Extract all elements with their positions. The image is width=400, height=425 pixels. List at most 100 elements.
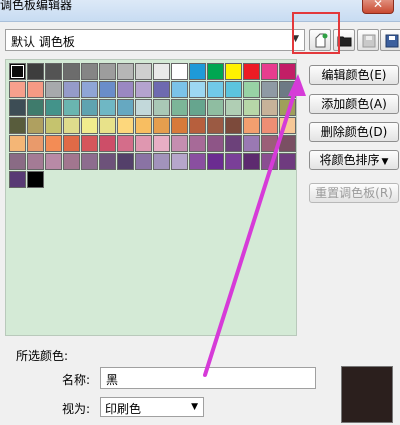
color-swatch[interactable] xyxy=(153,81,170,98)
color-swatch[interactable] xyxy=(27,117,44,134)
color-swatch[interactable] xyxy=(225,135,242,152)
color-swatch[interactable] xyxy=(225,117,242,134)
color-swatch[interactable] xyxy=(63,81,80,98)
color-swatch[interactable] xyxy=(279,81,296,98)
color-name-input[interactable]: 黑 xyxy=(100,367,316,389)
color-swatch[interactable] xyxy=(117,153,134,170)
color-swatch[interactable] xyxy=(81,135,98,152)
color-swatch[interactable] xyxy=(135,153,152,170)
color-swatch[interactable] xyxy=(207,117,224,134)
color-swatch[interactable] xyxy=(225,99,242,116)
color-swatch[interactable] xyxy=(81,153,98,170)
reset-palette-button[interactable]: 重置调色板(R) xyxy=(309,183,399,203)
color-swatch[interactable] xyxy=(99,117,116,134)
color-swatch[interactable] xyxy=(189,81,206,98)
color-swatch[interactable] xyxy=(63,63,80,80)
color-swatch[interactable] xyxy=(153,153,170,170)
color-swatch[interactable] xyxy=(9,81,26,98)
color-swatch[interactable] xyxy=(45,135,62,152)
color-swatch[interactable] xyxy=(63,117,80,134)
color-swatch[interactable] xyxy=(171,63,188,80)
color-swatch[interactable] xyxy=(81,117,98,134)
add-color-button[interactable]: 添加颜色(A) xyxy=(309,94,399,114)
color-swatch[interactable] xyxy=(27,153,44,170)
sort-colors-button[interactable]: 将颜色排序 ▼ xyxy=(309,150,399,170)
color-swatch[interactable] xyxy=(189,153,206,170)
color-swatch[interactable] xyxy=(99,99,116,116)
color-swatch[interactable] xyxy=(9,63,26,80)
color-swatch[interactable] xyxy=(261,117,278,134)
color-swatch[interactable] xyxy=(99,135,116,152)
color-swatch[interactable] xyxy=(117,99,134,116)
color-swatch[interactable] xyxy=(45,117,62,134)
color-swatch[interactable] xyxy=(135,99,152,116)
color-swatch[interactable] xyxy=(45,153,62,170)
color-swatch[interactable] xyxy=(81,99,98,116)
color-swatch[interactable] xyxy=(99,63,116,80)
color-swatch[interactable] xyxy=(225,81,242,98)
color-swatch[interactable] xyxy=(153,135,170,152)
color-swatch[interactable] xyxy=(207,63,224,80)
edit-color-button[interactable]: 编辑颜色(E) xyxy=(309,65,399,85)
color-swatch[interactable] xyxy=(153,99,170,116)
color-swatch[interactable] xyxy=(171,153,188,170)
color-swatch[interactable] xyxy=(261,153,278,170)
color-swatch[interactable] xyxy=(243,117,260,134)
color-swatch[interactable] xyxy=(45,81,62,98)
color-swatch[interactable] xyxy=(135,135,152,152)
color-swatch[interactable] xyxy=(225,153,242,170)
color-swatch[interactable] xyxy=(279,63,296,80)
color-swatch[interactable] xyxy=(135,63,152,80)
color-swatch[interactable] xyxy=(153,117,170,134)
color-swatch[interactable] xyxy=(99,81,116,98)
color-swatch[interactable] xyxy=(189,63,206,80)
color-swatch[interactable] xyxy=(117,117,134,134)
color-swatch[interactable] xyxy=(279,99,296,116)
color-swatch[interactable] xyxy=(207,153,224,170)
color-swatch[interactable] xyxy=(279,153,296,170)
color-swatch[interactable] xyxy=(225,63,242,80)
color-swatch[interactable] xyxy=(63,99,80,116)
color-swatch[interactable] xyxy=(261,63,278,80)
color-swatch[interactable] xyxy=(81,81,98,98)
color-swatch[interactable] xyxy=(189,135,206,152)
color-swatch[interactable] xyxy=(243,81,260,98)
color-swatch[interactable] xyxy=(243,99,260,116)
color-swatch[interactable] xyxy=(171,117,188,134)
color-swatch[interactable] xyxy=(261,99,278,116)
palette-select[interactable]: 默认 调色板 ▼ xyxy=(5,29,305,51)
view-as-select[interactable]: 印刷色 ▼ xyxy=(100,397,204,417)
color-swatch[interactable] xyxy=(9,99,26,116)
color-swatch[interactable] xyxy=(9,135,26,152)
color-swatch[interactable] xyxy=(207,135,224,152)
save-palette-button[interactable] xyxy=(357,29,379,51)
color-swatch[interactable] xyxy=(153,63,170,80)
color-swatch[interactable] xyxy=(117,135,134,152)
color-swatch[interactable] xyxy=(243,153,260,170)
color-swatch[interactable] xyxy=(63,135,80,152)
color-swatch[interactable] xyxy=(27,81,44,98)
color-swatch[interactable] xyxy=(27,135,44,152)
color-swatch[interactable] xyxy=(189,99,206,116)
color-swatch[interactable] xyxy=(9,117,26,134)
color-swatch[interactable] xyxy=(243,135,260,152)
color-swatch[interactable] xyxy=(243,63,260,80)
close-button[interactable]: ✕ xyxy=(362,0,394,14)
color-swatch[interactable] xyxy=(9,171,26,188)
color-swatch[interactable] xyxy=(117,63,134,80)
color-swatch[interactable] xyxy=(45,99,62,116)
color-swatch[interactable] xyxy=(45,63,62,80)
color-swatch[interactable] xyxy=(189,117,206,134)
delete-color-button[interactable]: 删除颜色(D) xyxy=(309,122,399,142)
save-as-palette-button[interactable] xyxy=(380,29,400,51)
color-swatch[interactable] xyxy=(279,117,296,134)
color-swatch[interactable] xyxy=(279,135,296,152)
color-swatch[interactable] xyxy=(117,81,134,98)
color-swatch[interactable] xyxy=(261,81,278,98)
color-swatch[interactable] xyxy=(171,135,188,152)
color-swatch[interactable] xyxy=(171,99,188,116)
color-swatch[interactable] xyxy=(261,135,278,152)
color-swatch[interactable] xyxy=(27,63,44,80)
color-swatch[interactable] xyxy=(63,153,80,170)
color-swatch[interactable] xyxy=(207,99,224,116)
